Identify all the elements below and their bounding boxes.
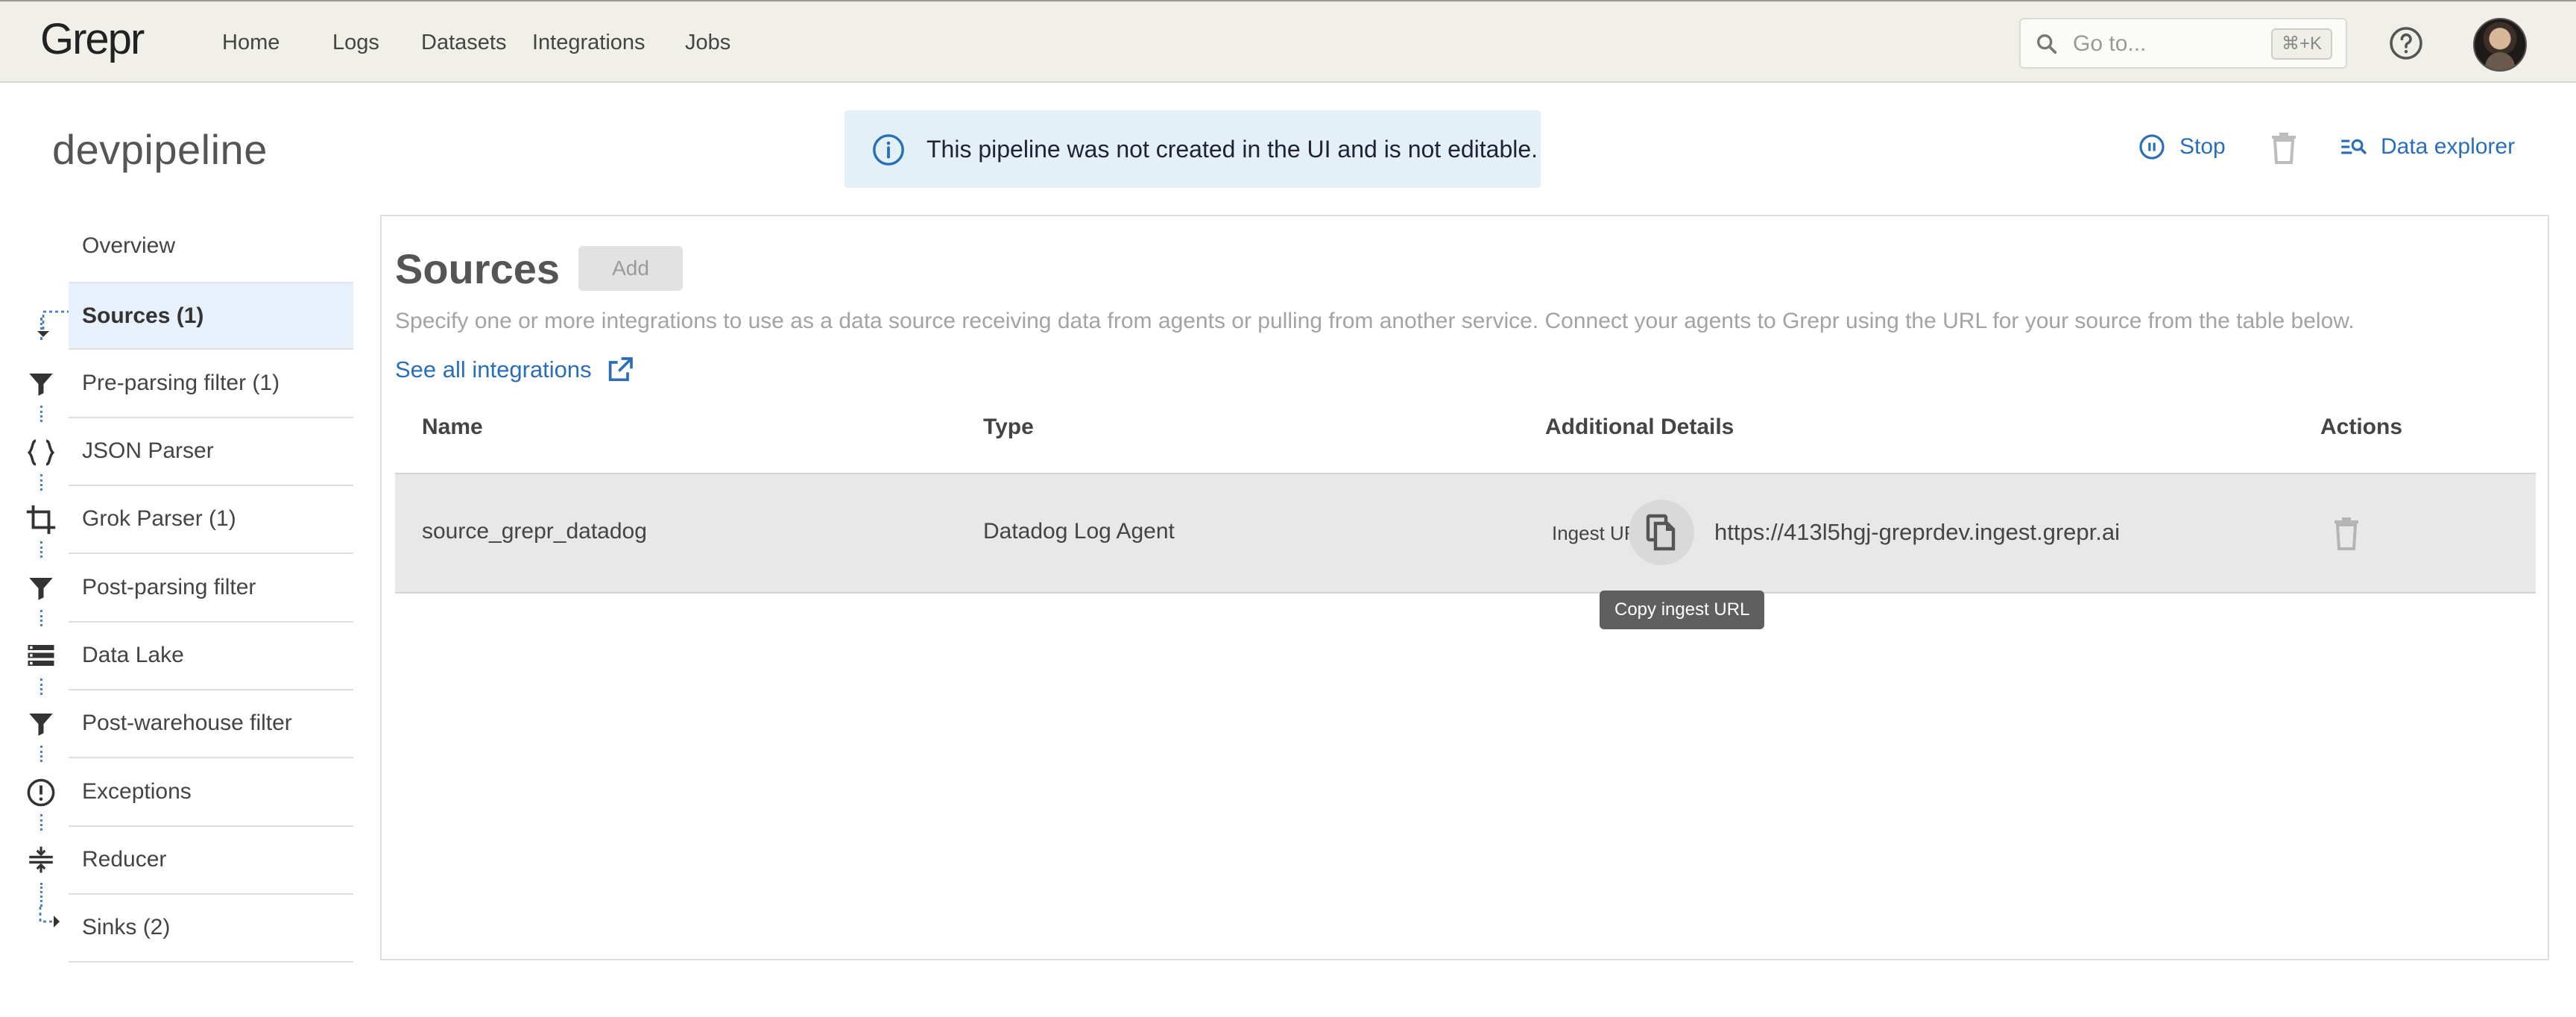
info-icon	[873, 134, 904, 166]
user-avatar[interactable]	[2473, 18, 2527, 72]
step-exceptions[interactable]: Exceptions	[69, 759, 353, 827]
top-navigation-bar: Grepr Home Logs Datasets Integrations Jo…	[0, 0, 2576, 83]
add-source-button[interactable]: Add	[578, 246, 683, 291]
notice-text: This pipeline was not created in the UI …	[926, 136, 1538, 163]
ingest-url: https://413l5hgj-greprdev.ingest.grepr.a…	[1714, 519, 2120, 545]
compress-icon	[29, 846, 53, 873]
keyboard-shortcut-badge: ⌘+K	[2270, 28, 2332, 60]
step-reducer[interactable]: Reducer	[69, 827, 353, 895]
delete-pipeline-icon[interactable]	[2269, 131, 2299, 164]
svg-text:Grepr: Grepr	[40, 15, 145, 63]
filter-icon	[29, 374, 53, 396]
source-name: source_grepr_datadog	[422, 519, 647, 544]
step-grok-parser[interactable]: Grok Parser (1)	[69, 486, 353, 554]
braces-icon	[27, 439, 55, 466]
see-all-integrations-label: See all integrations	[395, 356, 592, 382]
step-post-warehouse-filter[interactable]: Post-warehouse filter	[69, 690, 353, 758]
not-editable-notice: This pipeline was not created in the UI …	[845, 110, 1541, 188]
grepr-logo-icon: Grepr	[40, 15, 146, 63]
source-type: Datadog Log Agent	[983, 519, 1175, 544]
nav-datasets[interactable]: Datasets	[421, 30, 506, 55]
nav-home[interactable]: Home	[222, 30, 280, 55]
step-sources[interactable]: Sources (1)	[69, 282, 353, 350]
alert-circle-icon	[27, 778, 55, 807]
step-connector	[40, 610, 42, 626]
step-post-parsing-filter[interactable]: Post-parsing filter	[69, 555, 353, 623]
see-all-integrations-link[interactable]: See all integrations	[395, 355, 635, 385]
step-connector	[40, 814, 42, 831]
manage-search-icon	[2341, 139, 2367, 154]
dotted-arrow-end-icon	[39, 907, 60, 928]
storage-icon	[28, 645, 54, 666]
help-circle-icon[interactable]	[2388, 25, 2424, 61]
column-header-additional-details: Additional Details	[1545, 415, 1734, 439]
sources-panel: Sources Add Specify one or more integrat…	[380, 215, 2549, 960]
step-connector	[40, 406, 42, 422]
search-input[interactable]	[2073, 28, 2244, 60]
goto-search[interactable]: ⌘+K	[2019, 18, 2347, 69]
table-row[interactable]: source_grepr_datadog Datadog Log Agent I…	[395, 473, 2536, 593]
column-header-name: Name	[422, 415, 483, 439]
filter-icon	[29, 714, 53, 736]
delete-source-icon[interactable]	[2332, 516, 2361, 552]
nav-logs[interactable]: Logs	[332, 30, 379, 55]
page-title: devpipeline	[52, 126, 268, 173]
step-json-parser[interactable]: JSON Parser	[69, 418, 353, 486]
step-data-lake[interactable]: Data Lake	[69, 623, 353, 690]
step-connector	[40, 883, 42, 907]
step-connector	[40, 474, 42, 491]
sources-description: Specify one or more integrations to use …	[395, 309, 2355, 333]
grepr-logo[interactable]: Grepr	[39, 15, 165, 69]
crop-icon	[26, 505, 56, 535]
data-explorer-label: Data explorer	[2381, 134, 2516, 159]
step-connector	[40, 678, 42, 695]
column-header-type: Type	[983, 415, 1034, 439]
step-connector	[40, 746, 42, 762]
nav-jobs[interactable]: Jobs	[685, 30, 730, 55]
stop-button[interactable]: Stop	[2138, 133, 2226, 161]
step-pre-parsing-filter[interactable]: Pre-parsing filter (1)	[69, 350, 353, 418]
open-in-new-icon	[608, 357, 633, 382]
copy-icon	[1646, 514, 1676, 551]
copy-ingest-url-button[interactable]	[1629, 500, 1694, 565]
copy-ingest-url-tooltip: Copy ingest URL	[1600, 591, 1765, 629]
step-connector	[40, 541, 42, 558]
filter-icon	[29, 578, 53, 600]
step-overview[interactable]: Overview	[69, 213, 353, 281]
pause-circle-icon	[2139, 134, 2165, 160]
dotted-arrow-icon	[37, 310, 70, 337]
step-sinks[interactable]: Sinks (2)	[69, 895, 353, 963]
data-explorer-button[interactable]: Data explorer	[2339, 133, 2515, 161]
nav-integrations[interactable]: Integrations	[532, 30, 645, 55]
sources-title: Sources	[395, 245, 560, 292]
stop-label: Stop	[2179, 134, 2226, 159]
column-header-actions: Actions	[2320, 415, 2403, 439]
search-icon	[2036, 34, 2057, 54]
